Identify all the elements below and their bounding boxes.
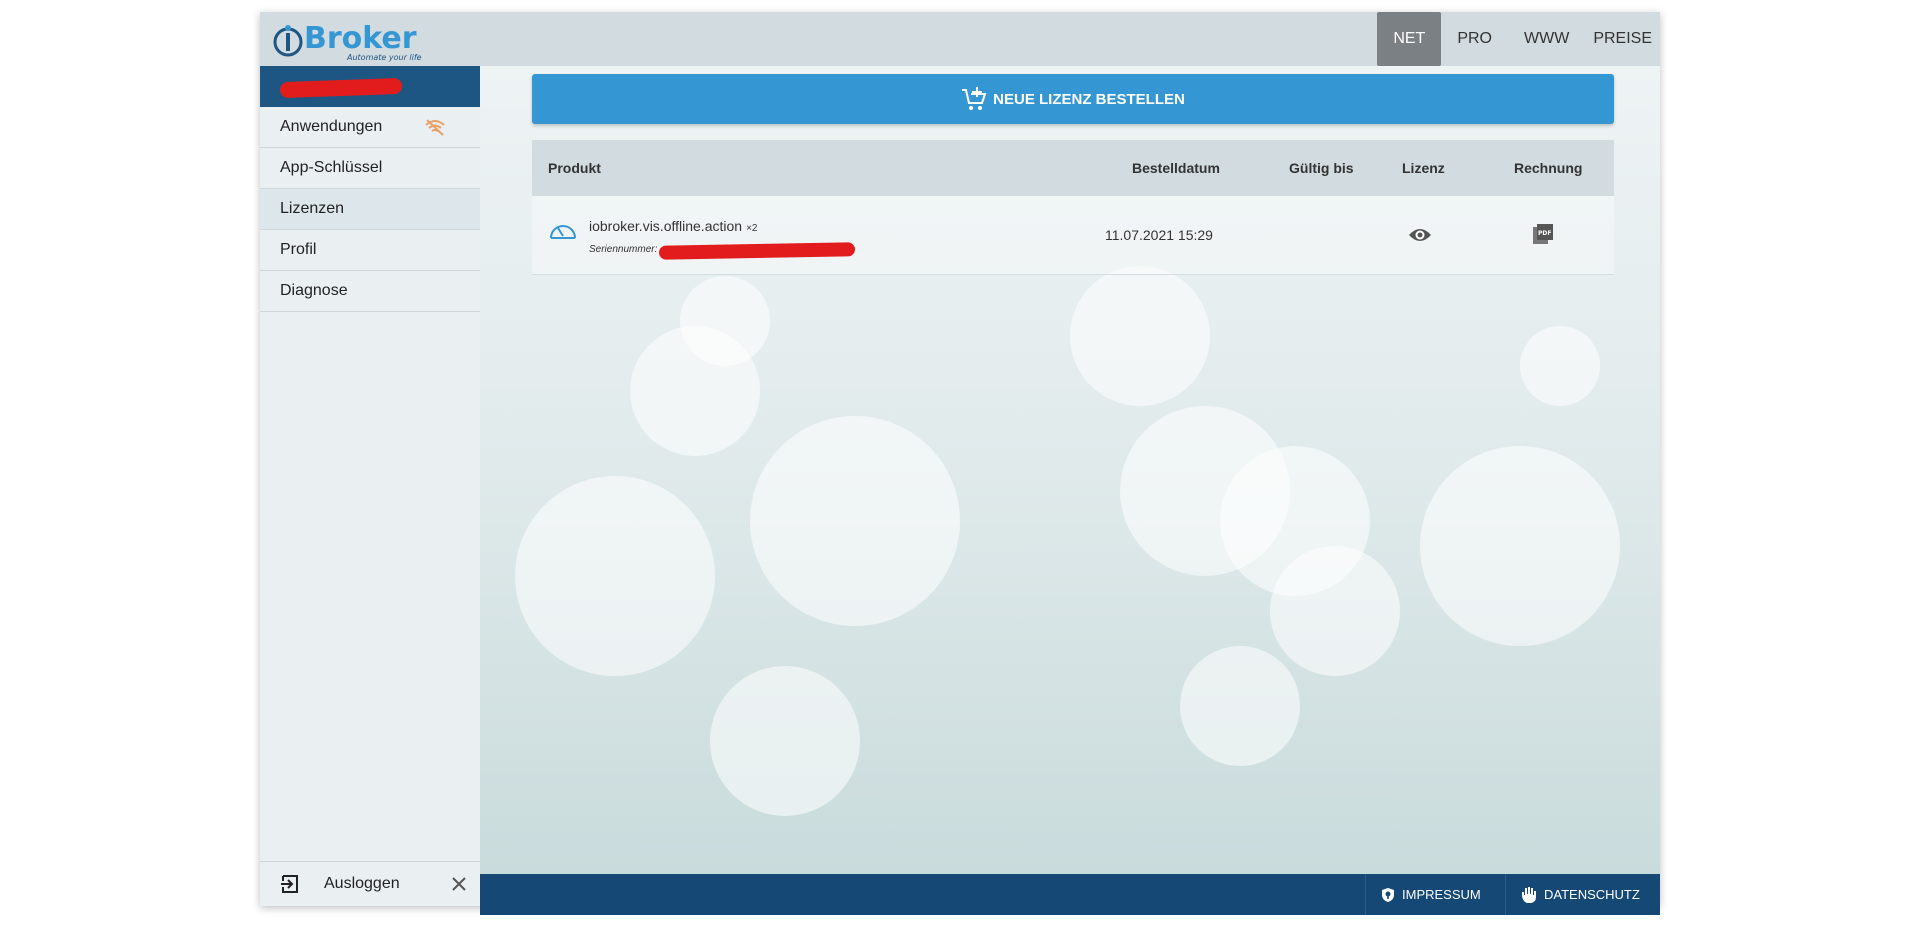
sidebar-item-app-schluessel[interactable]: App-Schlüssel <box>260 148 480 189</box>
top-nav: NET PRO WWW PREISE <box>1377 12 1660 66</box>
product-count: ×2 <box>746 223 758 234</box>
sidebar: Anwendungen App-Schlüssel Lizenzen Profi… <box>260 66 481 906</box>
top-bar: Broker Automate your life NET PRO WWW PR… <box>260 12 1660 66</box>
background-bokeh <box>1420 446 1620 646</box>
col-valid-until[interactable]: Gültig bis <box>1289 140 1354 196</box>
close-icon[interactable] <box>450 875 468 893</box>
serial-number-label: Seriennummer: <box>589 244 658 255</box>
logo-slogan: Automate your life <box>346 53 422 62</box>
sidebar-item-label: Profil <box>280 241 317 258</box>
eye-icon[interactable] <box>1408 225 1432 245</box>
background-bokeh <box>515 476 715 676</box>
nav-net[interactable]: NET <box>1377 12 1442 66</box>
redaction-mark <box>279 77 403 99</box>
background-bokeh <box>1070 266 1210 406</box>
logo-name: Broker <box>304 21 417 56</box>
col-product[interactable]: Produkt <box>548 140 601 196</box>
sidebar-item-label: Diagnose <box>280 282 348 299</box>
logout-icon <box>281 875 298 893</box>
impressum-button[interactable]: IMPRESSUM <box>1365 874 1506 915</box>
sidebar-item-label: Anwendungen <box>280 118 383 135</box>
footer-bar: IMPRESSUM DATENSCHUTZ <box>480 874 1660 915</box>
iobroker-logo[interactable]: Broker Automate your life <box>272 18 462 62</box>
nav-www[interactable]: WWW <box>1508 12 1585 66</box>
sidebar-item-label: Lizenzen <box>280 200 345 217</box>
background-bokeh <box>1180 646 1300 766</box>
datenschutz-label: DATENSCHUTZ <box>1544 887 1640 902</box>
sidebar-item-anwendungen[interactable]: Anwendungen <box>260 107 480 148</box>
redaction-mark <box>658 242 856 260</box>
shield-info-icon <box>1382 887 1394 902</box>
background-bokeh <box>750 416 960 626</box>
logout-row[interactable]: Ausloggen <box>260 861 480 906</box>
datenschutz-button[interactable]: DATENSCHUTZ <box>1505 874 1660 915</box>
order-button-label: NEUE LIZENZ BESTELLEN <box>993 90 1185 108</box>
wifi-off-icon <box>425 119 445 136</box>
order-new-license-button[interactable]: NEUE LIZENZ BESTELLEN <box>532 74 1614 124</box>
logout-label: Ausloggen <box>324 875 400 892</box>
col-license: Lizenz <box>1402 160 1445 176</box>
impressum-label: IMPRESSUM <box>1402 887 1481 902</box>
nav-preise[interactable]: PREISE <box>1585 12 1660 66</box>
license-table: Produkt Bestelldatum Gültig bis Lizenz R… <box>532 140 1614 275</box>
pdf-icon[interactable]: PDF <box>1532 223 1554 245</box>
background-bokeh <box>710 666 860 816</box>
order-date-value: 11.07.2021 15:29 <box>1105 227 1213 243</box>
sidebar-item-diagnose[interactable]: Diagnose <box>260 271 480 312</box>
main-content: NEUE LIZENZ BESTELLEN Produkt Bestelldat… <box>480 66 1660 874</box>
add-cart-icon <box>962 87 987 110</box>
app-window: Broker Automate your life NET PRO WWW PR… <box>260 12 1660 915</box>
hand-icon <box>1522 886 1536 903</box>
col-invoice: Rechnung <box>1514 160 1583 176</box>
product-name: iobroker.vis.offline.action ×2 <box>589 218 758 234</box>
background-bokeh <box>1520 326 1600 406</box>
table-row: iobroker.vis.offline.action ×2 Seriennumm… <box>532 196 1614 275</box>
sidebar-item-label: App-Schlüssel <box>280 159 383 176</box>
sidebar-item-profil[interactable]: Profil <box>260 230 480 271</box>
background-bokeh <box>1270 546 1400 676</box>
background-bokeh <box>680 276 770 366</box>
col-order-date[interactable]: Bestelldatum <box>1132 140 1220 196</box>
svg-text:PDF: PDF <box>1538 230 1551 237</box>
speedometer-icon <box>550 225 576 239</box>
nav-pro[interactable]: PRO <box>1441 12 1508 66</box>
sidebar-item-lizenzen[interactable]: Lizenzen <box>260 189 480 230</box>
sidebar-user-header <box>260 66 480 107</box>
table-header: Produkt Bestelldatum Gültig bis Lizenz R… <box>532 140 1614 196</box>
